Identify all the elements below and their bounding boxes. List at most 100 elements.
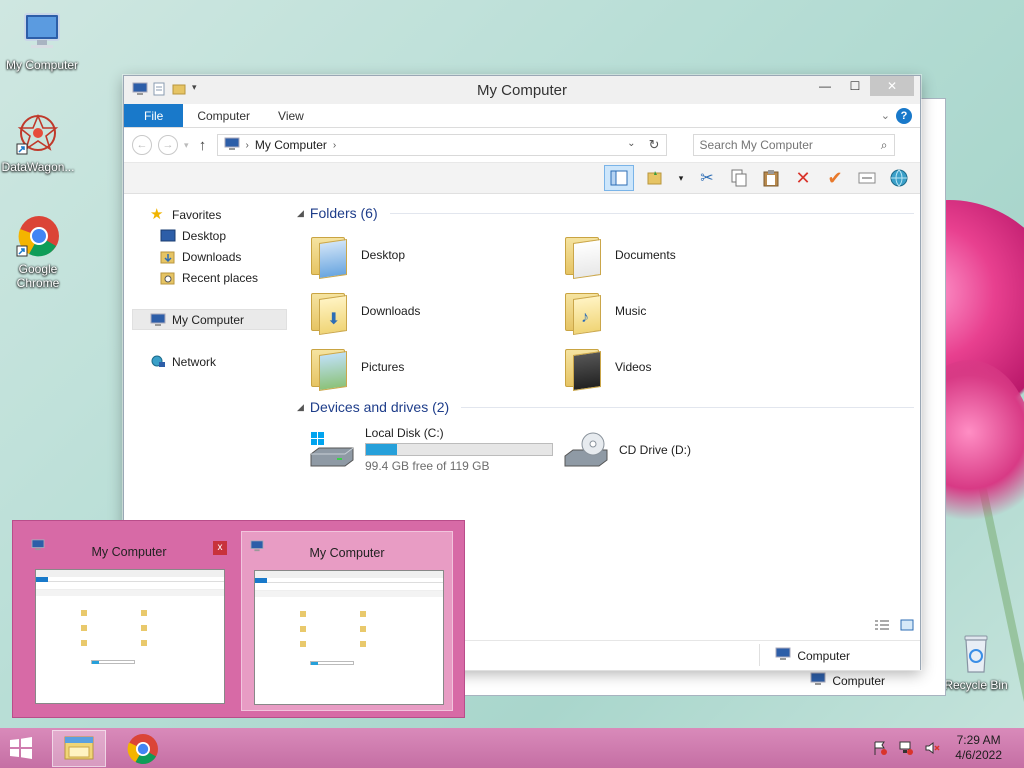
window-title: My Computer bbox=[476, 82, 568, 99]
view-switcher bbox=[874, 619, 914, 634]
nav-network[interactable]: Network bbox=[124, 351, 289, 372]
thumbnail-window-2[interactable]: My Computer bbox=[241, 531, 453, 711]
checkmark-icon[interactable]: ✔ bbox=[824, 167, 846, 189]
chrome-icon bbox=[127, 734, 158, 765]
desktop-icon-recycle-bin[interactable]: Recycle Bin bbox=[934, 630, 1018, 692]
taskbar: 7:29 AM 4/6/2022 bbox=[0, 728, 1024, 768]
paste-icon[interactable] bbox=[760, 167, 782, 189]
clock-date: 4/6/2022 bbox=[955, 748, 1002, 762]
breadcrumb-chevron-icon[interactable]: › bbox=[246, 140, 249, 151]
address-field[interactable]: › My Computer › ⌄ ↻ bbox=[216, 134, 667, 156]
copy-icon[interactable] bbox=[728, 167, 750, 189]
rename-icon[interactable] bbox=[856, 167, 878, 189]
drives-list: Local Disk (C:) 99.4 GB free of 119 GB C… bbox=[297, 418, 914, 473]
volume-muted-icon[interactable] bbox=[924, 740, 940, 759]
network-status-icon[interactable] bbox=[898, 740, 914, 759]
hard-drive-icon bbox=[309, 430, 354, 470]
computer-icon bbox=[810, 672, 826, 689]
taskbar-clock[interactable]: 7:29 AM 4/6/2022 bbox=[955, 733, 1002, 763]
taskbar-file-explorer[interactable] bbox=[52, 730, 106, 767]
computer-icon bbox=[19, 10, 65, 56]
taskbar-google-chrome[interactable] bbox=[116, 730, 170, 767]
desktop-icon-google-chrome[interactable]: Google Chrome bbox=[0, 214, 80, 290]
breadcrumb-item[interactable]: My Computer bbox=[255, 138, 327, 152]
folder-videos-icon bbox=[563, 345, 601, 391]
refresh-icon[interactable]: ↻ bbox=[649, 137, 660, 153]
recycle-bin-icon bbox=[953, 630, 999, 676]
network-icon bbox=[150, 355, 166, 369]
recent-places-icon bbox=[160, 271, 176, 285]
taskbar-thumbnail-popup: My Computer x My Computer bbox=[12, 520, 465, 718]
recent-locations-icon[interactable]: ▾ bbox=[184, 140, 189, 151]
tab-file[interactable]: File bbox=[124, 104, 184, 127]
cut-icon[interactable]: ✂ bbox=[696, 167, 718, 189]
status-location: Computer bbox=[775, 647, 850, 664]
search-icon[interactable]: ⌕ bbox=[881, 138, 888, 153]
maximize-button[interactable]: ☐ bbox=[840, 76, 870, 96]
thumbnail-window-1[interactable]: My Computer x bbox=[23, 531, 235, 711]
nav-my-computer[interactable]: My Computer bbox=[132, 309, 287, 330]
desktop-icon-datawagon[interactable]: DataWagon... bbox=[0, 112, 80, 174]
group-header-folders[interactable]: ◢ Folders (6) bbox=[297, 202, 914, 224]
collapse-triangle-icon[interactable]: ◢ bbox=[297, 402, 304, 413]
start-button[interactable] bbox=[6, 734, 42, 762]
cd-drive-icon bbox=[563, 430, 608, 470]
drive-cd-d[interactable]: CD Drive (D:) bbox=[563, 426, 817, 473]
ribbon-tabs: File Computer View ⌄ ? bbox=[124, 104, 920, 128]
search-input[interactable] bbox=[699, 138, 860, 152]
folder-music-icon: ♪ bbox=[563, 289, 601, 335]
star-icon: ★ bbox=[150, 205, 164, 223]
address-bar-row: ← → ▾ ↑ › My Computer › ⌄ ↻ ⌕ bbox=[124, 128, 920, 162]
clock-time: 7:29 AM bbox=[956, 733, 1001, 747]
collapse-triangle-icon[interactable]: ◢ bbox=[297, 208, 304, 219]
disk-usage-bar bbox=[365, 443, 553, 456]
folder-documents[interactable]: Documents bbox=[563, 230, 817, 280]
chevron-down-icon[interactable]: ▾ bbox=[676, 167, 686, 189]
desktop-icon-label: Recycle Bin bbox=[944, 678, 1008, 692]
help-button[interactable]: ? bbox=[896, 108, 912, 124]
computer-icon bbox=[775, 647, 791, 664]
desktop-icon-label: My Computer bbox=[5, 58, 79, 72]
back-button[interactable]: ← bbox=[132, 135, 152, 155]
network-globe-icon[interactable] bbox=[888, 167, 910, 189]
ribbon-expand-icon[interactable]: ⌄ bbox=[881, 109, 890, 122]
folder-videos[interactable]: Videos bbox=[563, 342, 817, 392]
up-button[interactable]: ↑ bbox=[195, 137, 211, 154]
thumbnail-preview bbox=[35, 569, 225, 704]
large-icons-view-icon[interactable] bbox=[900, 619, 914, 634]
properties-button[interactable] bbox=[644, 167, 666, 189]
folder-downloads-icon: ⬇ bbox=[309, 289, 347, 335]
nav-desktop[interactable]: Desktop bbox=[124, 225, 289, 246]
close-button[interactable]: ✕ bbox=[870, 76, 914, 96]
thumbnail-close-button[interactable]: x bbox=[213, 541, 227, 555]
details-view-icon[interactable] bbox=[874, 619, 890, 634]
nav-recent-places[interactable]: Recent places bbox=[124, 267, 289, 288]
desktop-icon-label: DataWagon... bbox=[1, 160, 75, 174]
downloads-icon bbox=[160, 250, 176, 264]
search-box[interactable]: ⌕ bbox=[692, 134, 895, 156]
computer-icon bbox=[150, 313, 166, 327]
folder-downloads[interactable]: ⬇ Downloads bbox=[309, 286, 563, 336]
computer-icon bbox=[224, 137, 240, 154]
group-header-devices[interactable]: ◢ Devices and drives (2) bbox=[297, 396, 914, 418]
folder-music[interactable]: ♪ Music bbox=[563, 286, 817, 336]
tab-computer[interactable]: Computer bbox=[183, 104, 264, 127]
delete-icon[interactable]: ✕ bbox=[792, 167, 814, 189]
minimize-button[interactable]: — bbox=[810, 76, 840, 96]
folder-desktop[interactable]: Desktop bbox=[309, 230, 563, 280]
desktop-icon-my-computer[interactable]: My Computer bbox=[0, 10, 84, 72]
tab-view[interactable]: View bbox=[264, 104, 318, 127]
action-center-flag-icon[interactable] bbox=[872, 740, 888, 759]
title-bar[interactable]: ▾ My Computer — ☐ ✕ bbox=[124, 76, 920, 104]
nav-favorites[interactable]: ★ Favorites bbox=[124, 204, 289, 225]
forward-button[interactable]: → bbox=[158, 135, 178, 155]
command-toolbar: ▾ ✂ ✕ ✔ bbox=[124, 162, 920, 194]
folder-pictures[interactable]: Pictures bbox=[309, 342, 563, 392]
drive-local-disk-c[interactable]: Local Disk (C:) 99.4 GB free of 119 GB bbox=[309, 426, 563, 473]
nav-downloads[interactable]: Downloads bbox=[124, 246, 289, 267]
folder-desktop-icon bbox=[309, 233, 347, 279]
status-location: Computer bbox=[810, 672, 885, 689]
breadcrumb-chevron-icon[interactable]: › bbox=[333, 140, 336, 151]
address-dropdown-icon[interactable]: ⌄ bbox=[627, 138, 635, 149]
preview-pane-button[interactable] bbox=[604, 165, 634, 191]
